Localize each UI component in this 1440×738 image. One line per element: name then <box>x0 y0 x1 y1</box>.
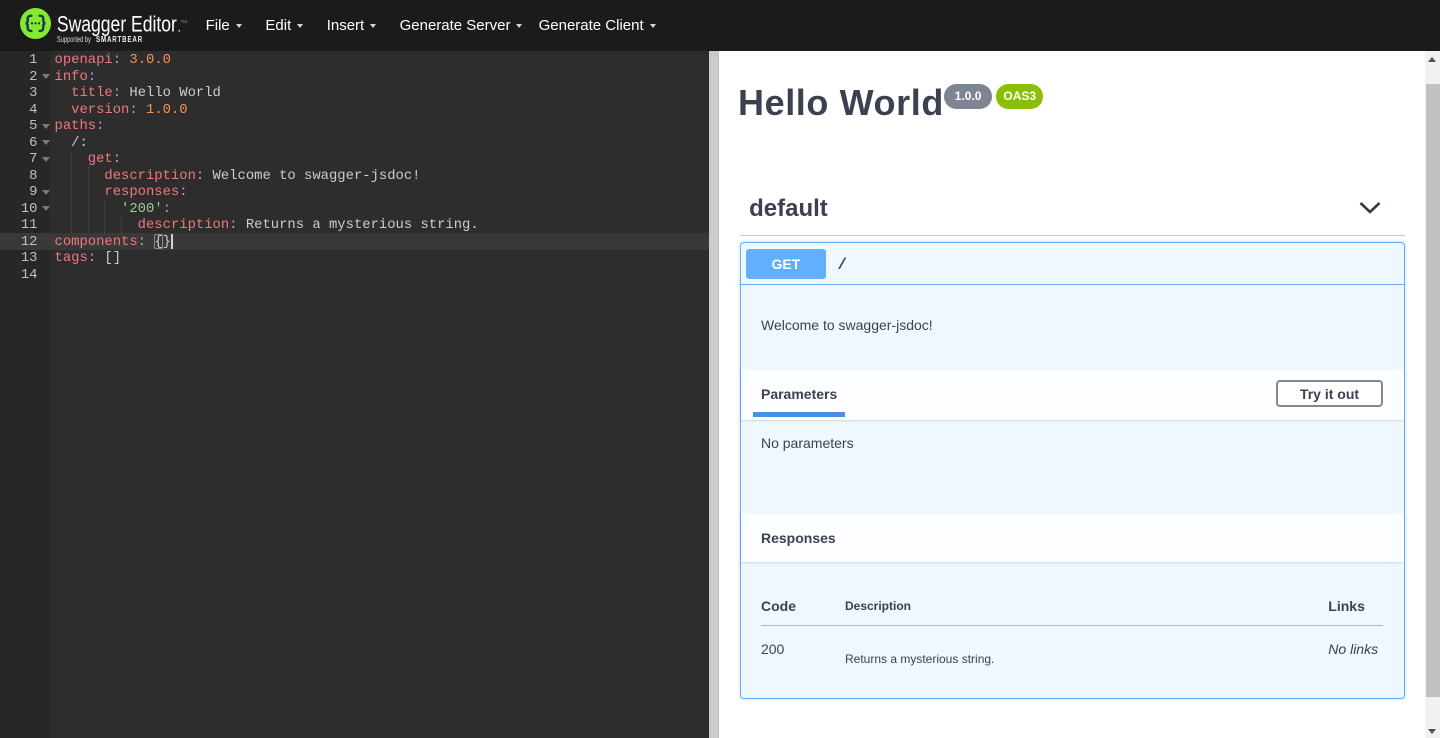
svg-text:Swagger Editor: Swagger Editor <box>57 12 177 37</box>
svg-text:TM: TM <box>181 19 188 24</box>
svg-text:Supported by: Supported by <box>57 35 91 44</box>
svg-text:SMARTBEAR: SMARTBEAR <box>96 34 143 44</box>
